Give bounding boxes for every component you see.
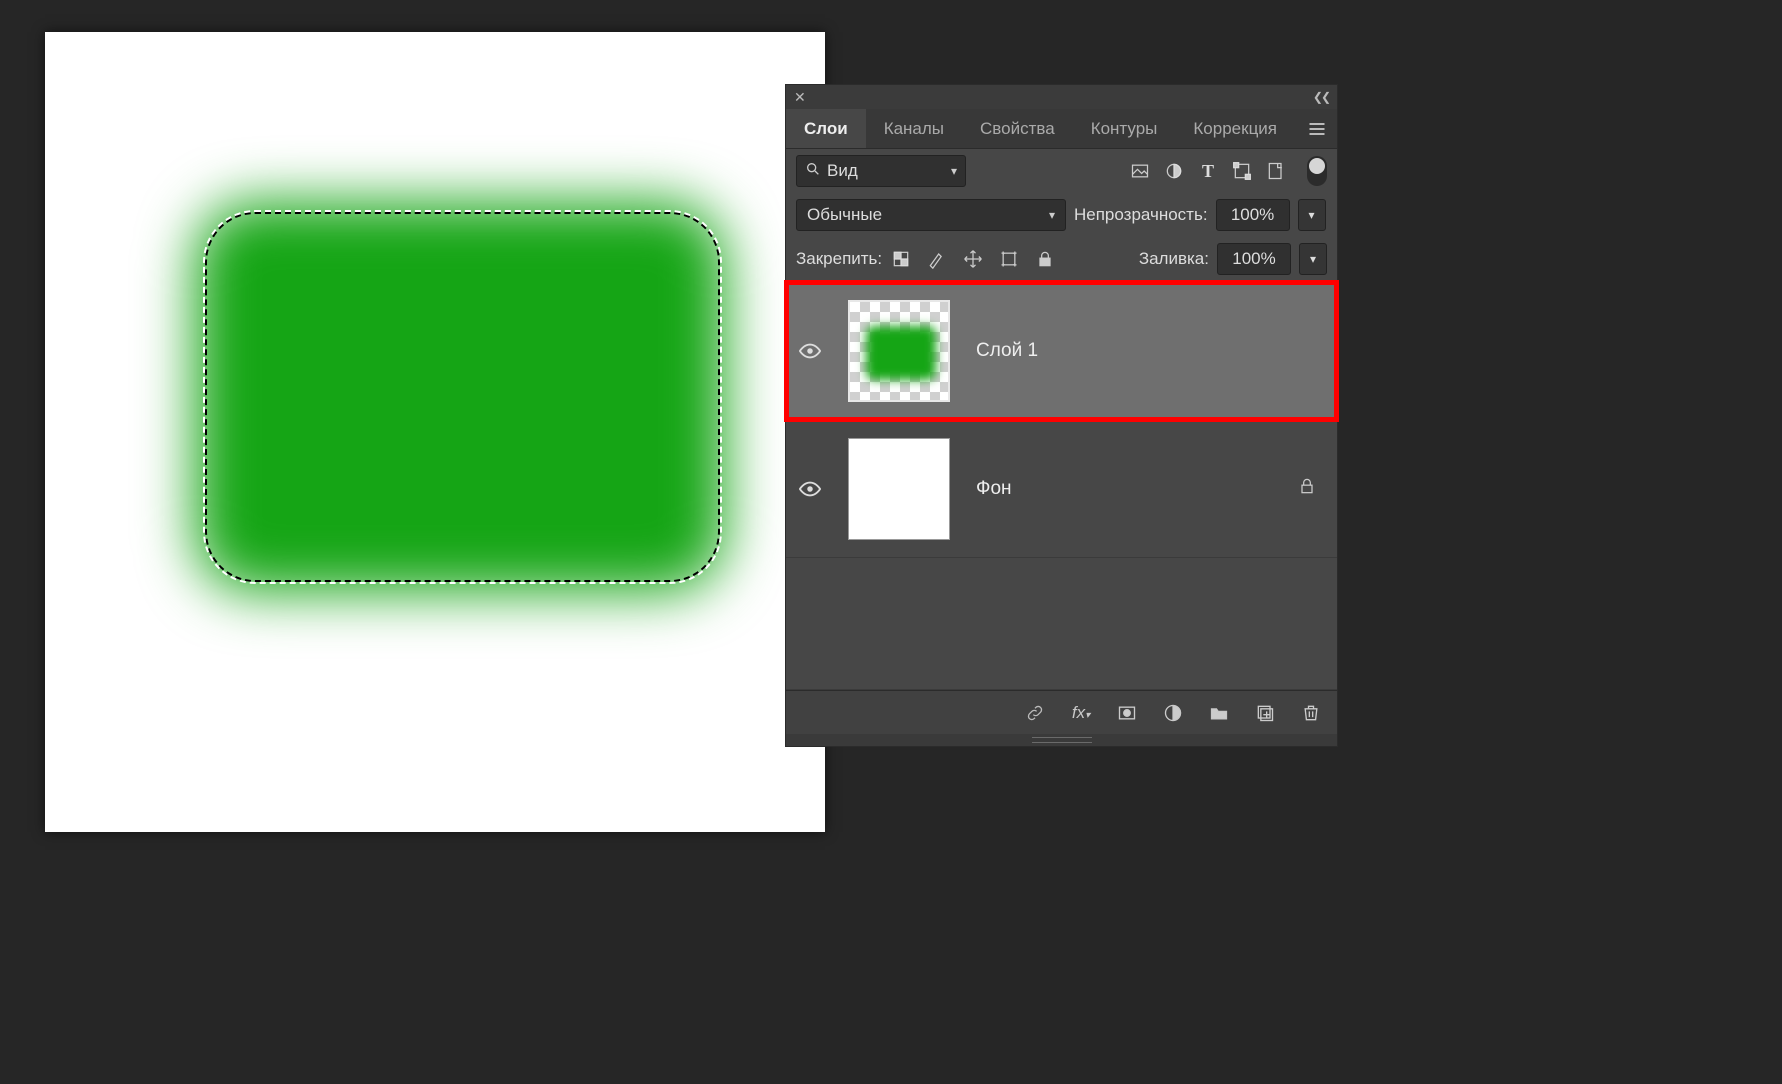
layer-filter-row: Вид ▾ T — [786, 149, 1337, 193]
tab-paths[interactable]: Контуры — [1073, 109, 1176, 148]
lock-row: Закрепить: Заливка: 100% ▾ — [786, 237, 1337, 281]
layers-list: Слой 1 Фон — [786, 281, 1337, 690]
tab-layers[interactable]: Слои — [786, 109, 866, 148]
layer-locked-icon — [1297, 476, 1317, 501]
layer-filter-kind-select[interactable]: Вид ▾ — [796, 155, 966, 187]
lock-artboard-icon[interactable] — [998, 248, 1020, 270]
visibility-toggle-icon[interactable] — [798, 340, 822, 362]
chevron-down-icon: ▾ — [1049, 208, 1055, 222]
opacity-label: Непрозрачность: — [1074, 205, 1208, 225]
new-adjustment-layer-icon[interactable] — [1161, 701, 1185, 725]
layer-thumbnail[interactable] — [848, 438, 950, 540]
opacity-value: 100% — [1231, 205, 1274, 225]
add-mask-icon[interactable] — [1115, 701, 1139, 725]
layers-empty-area[interactable] — [786, 558, 1337, 690]
new-layer-icon[interactable] — [1253, 701, 1277, 725]
lock-label: Закрепить: — [796, 249, 882, 269]
tab-label: Коррекция — [1193, 119, 1277, 139]
panel-menu-icon[interactable] — [1297, 109, 1337, 148]
tab-label: Свойства — [980, 119, 1055, 139]
filter-kind-label: Вид — [827, 161, 858, 181]
blend-mode-select[interactable]: Обычные ▾ — [796, 199, 1066, 231]
filter-toggle[interactable] — [1307, 156, 1327, 186]
tab-properties[interactable]: Свойства — [962, 109, 1073, 148]
tab-label: Контуры — [1091, 119, 1158, 139]
layer-name[interactable]: Фон — [976, 478, 1271, 500]
tab-channels[interactable]: Каналы — [866, 109, 962, 148]
layer-row-background[interactable]: Фон — [786, 420, 1337, 558]
fill-stepper[interactable]: ▾ — [1299, 243, 1327, 275]
lock-pixels-icon[interactable] — [926, 248, 948, 270]
close-panel-icon[interactable]: ✕ — [790, 89, 810, 106]
filter-smartobject-icon[interactable] — [1265, 160, 1287, 182]
opacity-field[interactable]: 100% — [1216, 199, 1290, 231]
blend-mode-value: Обычные — [807, 205, 882, 225]
panel-resize-grip[interactable] — [786, 734, 1337, 746]
layer-effects-icon[interactable]: fx▾ — [1069, 701, 1093, 725]
lock-all-icon[interactable] — [1034, 248, 1056, 270]
link-layers-icon[interactable] — [1023, 701, 1047, 725]
filter-type-icon[interactable]: T — [1197, 160, 1219, 182]
tab-adjustments[interactable]: Коррекция — [1175, 109, 1295, 148]
chevron-down-icon: ▾ — [951, 164, 957, 178]
layers-panel: ✕ ❮❮ Слои Каналы Свойства Контуры Коррек… — [785, 84, 1338, 747]
selection-marquee — [205, 212, 720, 582]
layer-thumbnail[interactable] — [848, 300, 950, 402]
visibility-toggle-icon[interactable] — [798, 478, 822, 500]
lock-transparency-icon[interactable] — [890, 248, 912, 270]
collapse-panel-icon[interactable]: ❮❮ — [1309, 90, 1333, 104]
fill-value: 100% — [1232, 249, 1275, 269]
tab-label: Слои — [804, 119, 848, 139]
document-canvas[interactable] — [45, 32, 825, 832]
search-icon — [805, 161, 821, 182]
filter-adjustment-icon[interactable] — [1163, 160, 1185, 182]
panel-tabs: Слои Каналы Свойства Контуры Коррекция — [786, 109, 1337, 149]
new-group-icon[interactable] — [1207, 701, 1231, 725]
layer-row-layer1[interactable]: Слой 1 — [786, 282, 1337, 420]
layer-name[interactable]: Слой 1 — [976, 340, 1325, 362]
fill-label: Заливка: — [1139, 249, 1209, 269]
lock-position-icon[interactable] — [962, 248, 984, 270]
blend-row: Обычные ▾ Непрозрачность: 100% ▾ — [786, 193, 1337, 237]
filter-shape-icon[interactable] — [1231, 160, 1253, 182]
delete-layer-icon[interactable] — [1299, 701, 1323, 725]
filter-pixel-icon[interactable] — [1129, 160, 1151, 182]
fill-field[interactable]: 100% — [1217, 243, 1291, 275]
panel-titlebar[interactable]: ✕ ❮❮ — [786, 85, 1337, 109]
opacity-stepper[interactable]: ▾ — [1298, 199, 1326, 231]
layers-bottom-toolbar: fx▾ — [786, 690, 1337, 734]
tab-label: Каналы — [884, 119, 944, 139]
